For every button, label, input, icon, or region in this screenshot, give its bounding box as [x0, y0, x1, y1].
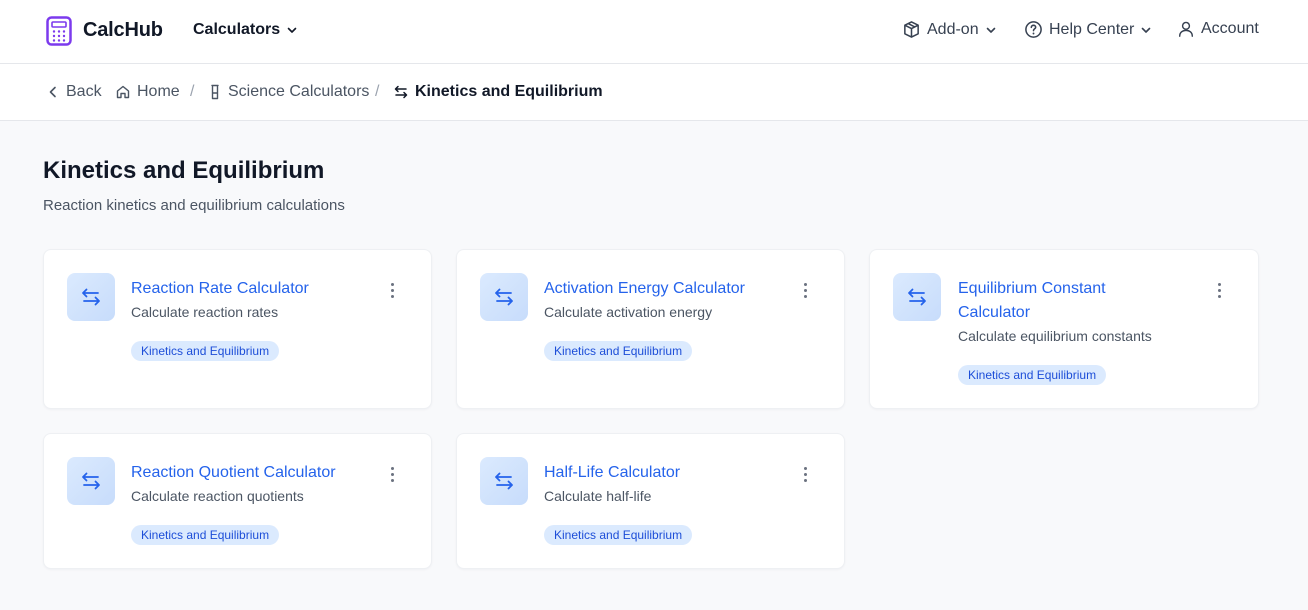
science-label: Science Calculators [228, 83, 370, 100]
chevron-left-icon [49, 86, 56, 98]
addon-menu-button[interactable]: Add-on [902, 20, 997, 39]
swap-arrows-icon [480, 273, 528, 321]
breadcrumb-separator: / [190, 83, 195, 100]
category-tag: Kinetics and Equilibrium [131, 341, 280, 361]
user-icon [1178, 21, 1194, 37]
card-title-link[interactable]: Reaction Quotient Calculator [131, 461, 371, 485]
chevron-down-icon [986, 27, 995, 33]
back-link[interactable]: Back [46, 83, 102, 101]
breadcrumb-home-link[interactable]: Home [115, 83, 180, 101]
calculators-menu-button[interactable]: Calculators [193, 21, 298, 39]
home-icon [116, 85, 130, 99]
more-options-icon[interactable] [797, 464, 813, 484]
card-title-link[interactable]: Activation Energy Calculator [544, 277, 764, 301]
calculator-card[interactable]: Reaction Quotient Calculator Calculate r… [43, 433, 432, 569]
help-center-label: Help Center [1049, 20, 1135, 38]
account-label: Account [1201, 20, 1259, 37]
swap-arrows-icon [394, 85, 408, 99]
card-title-link[interactable]: Reaction Rate Calculator [131, 277, 351, 301]
page-title: Kinetics and Equilibrium [43, 157, 325, 184]
calculator-card[interactable]: Equilibrium Constant Calculator Calculat… [869, 249, 1259, 409]
breadcrumb-current: Kinetics and Equilibrium [393, 83, 603, 101]
breadcrumb-science-link[interactable]: Science Calculators [208, 83, 369, 101]
chevron-down-icon [287, 27, 297, 33]
swap-arrows-icon [480, 457, 528, 505]
swap-arrows-icon [67, 273, 115, 321]
card-description: Calculate equilibrium constants [958, 328, 1152, 344]
top-nav-bar: CalcHub Calculators Add-on Help Center A… [0, 0, 1308, 64]
more-options-icon[interactable] [384, 464, 400, 484]
calculator-card[interactable]: Half-Life Calculator Calculate half-life… [456, 433, 845, 569]
card-description: Calculate activation energy [544, 304, 713, 320]
more-options-icon[interactable] [797, 280, 813, 300]
calculator-card[interactable]: Reaction Rate Calculator Calculate react… [43, 249, 432, 409]
help-circle-icon [1025, 21, 1042, 38]
card-description: Calculate half-life [544, 488, 652, 504]
brand-name[interactable]: CalcHub [83, 19, 163, 42]
swap-arrows-icon [67, 457, 115, 505]
card-description: Calculate reaction rates [131, 304, 279, 320]
current-label: Kinetics and Equilibrium [415, 83, 603, 100]
calculators-menu-label: Calculators [193, 21, 281, 38]
breadcrumb-separator: / [375, 83, 380, 100]
help-center-menu-button[interactable]: Help Center [1024, 20, 1152, 39]
card-title-link[interactable]: Equilibrium Constant Calculator [958, 277, 1128, 325]
category-tag: Kinetics and Equilibrium [958, 365, 1107, 385]
back-label: Back [66, 83, 102, 100]
card-description: Calculate reaction quotients [131, 488, 304, 504]
more-options-icon[interactable] [1211, 280, 1227, 300]
chevron-down-icon [1142, 27, 1151, 33]
page-subtitle: Reaction kinetics and equilibrium calcul… [43, 197, 345, 214]
category-tag: Kinetics and Equilibrium [544, 341, 693, 361]
more-options-icon[interactable] [384, 280, 400, 300]
home-label: Home [137, 83, 180, 100]
card-title-link[interactable]: Half-Life Calculator [544, 461, 764, 485]
breadcrumb: Back Home / Science Calculators / Kineti… [0, 64, 1308, 121]
calculator-card[interactable]: Activation Energy Calculator Calculate a… [456, 249, 845, 409]
package-icon [904, 21, 919, 38]
addon-label: Add-on [927, 20, 979, 38]
calculator-logo-icon[interactable] [46, 16, 72, 46]
flask-icon [211, 84, 219, 100]
category-tag: Kinetics and Equilibrium [544, 525, 693, 545]
account-button[interactable]: Account [1177, 20, 1259, 38]
swap-arrows-icon [893, 273, 941, 321]
category-tag: Kinetics and Equilibrium [131, 525, 280, 545]
